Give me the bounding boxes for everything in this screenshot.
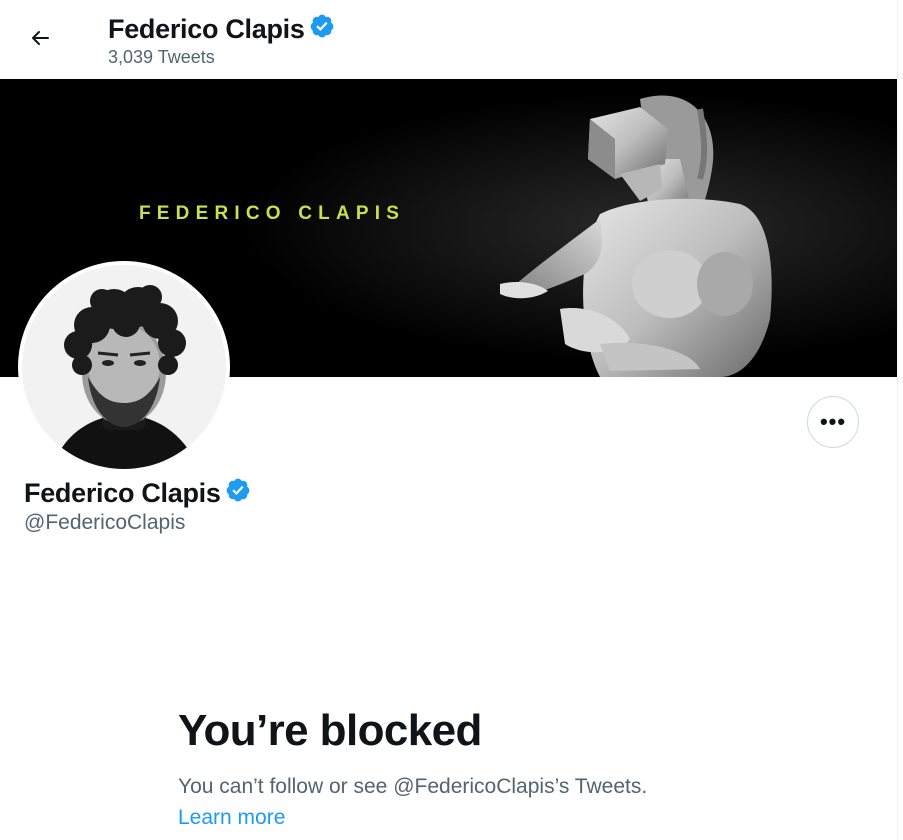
verified-badge-icon <box>225 477 251 510</box>
avatar[interactable] <box>18 261 230 473</box>
tweet-count: 3,039 Tweets <box>108 47 215 67</box>
profile-header: Federico Clapis 3,039 Tweets <box>0 0 897 79</box>
header-name: Federico Clapis <box>108 14 305 44</box>
banner-title: FEDERICO CLAPIS <box>139 203 406 224</box>
profile-handle: @FedericoClapis <box>24 511 186 534</box>
profile-page: Federico Clapis 3,039 Tweets FEDERICO CL… <box>0 0 897 840</box>
blocked-message: You can’t follow or see @FedericoClapis’… <box>178 775 648 798</box>
header-title: Federico Clapis <box>108 13 335 46</box>
back-button[interactable] <box>22 22 58 58</box>
blocked-title: You’re blocked <box>178 706 482 755</box>
more-options-button[interactable]: ••• <box>807 396 859 448</box>
arrow-left-icon <box>28 26 52 55</box>
column-divider <box>897 0 898 840</box>
profile-name: Federico Clapis <box>24 477 251 510</box>
profile-photo <box>22 265 226 469</box>
more-options-icon: ••• <box>819 409 847 434</box>
profile-display-name: Federico Clapis <box>24 478 221 508</box>
learn-more-link[interactable]: Learn more <box>178 806 285 830</box>
verified-badge-icon <box>309 13 335 46</box>
